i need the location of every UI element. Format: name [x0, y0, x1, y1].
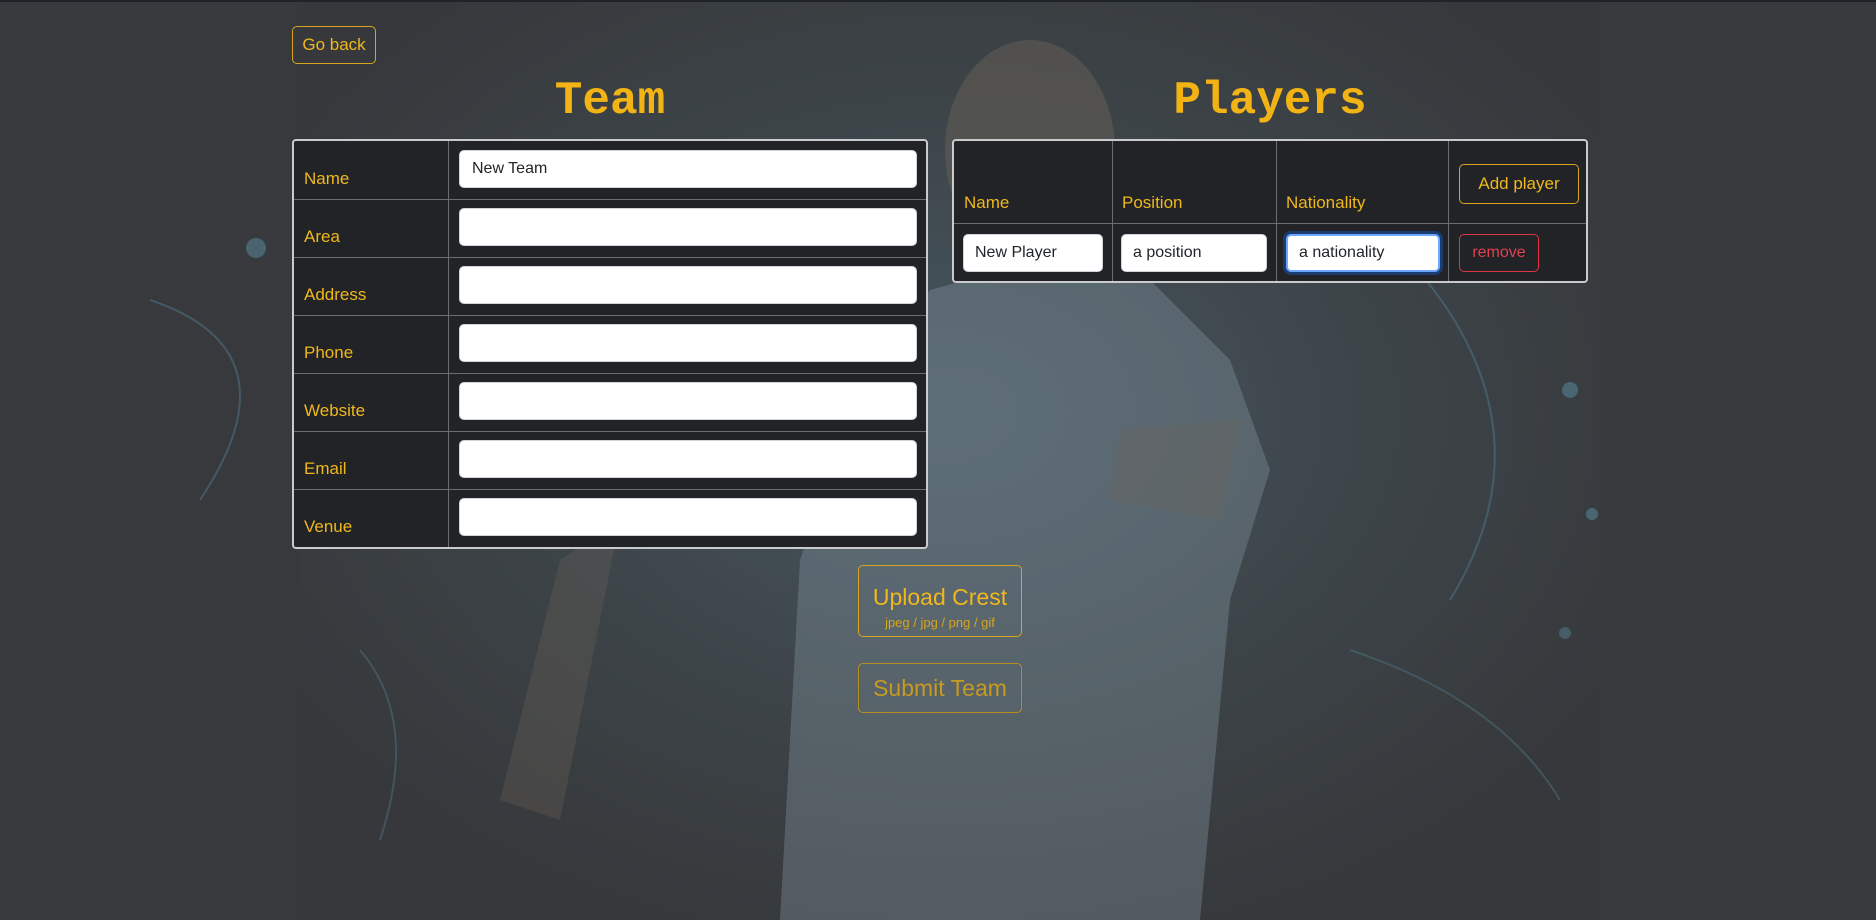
- column-divider: [1448, 141, 1449, 281]
- team-row-email: Email: [294, 431, 926, 490]
- go-back-button[interactable]: Go back: [292, 26, 376, 64]
- column-divider: [1112, 141, 1113, 281]
- team-area-input[interactable]: [459, 208, 917, 246]
- upload-crest-label: Upload Crest: [872, 583, 1008, 610]
- column-header-name: Name: [954, 141, 1112, 223]
- column-header-label: Position: [1122, 193, 1183, 212]
- team-name-input[interactable]: [459, 150, 917, 188]
- name-label: Name: [304, 169, 350, 188]
- team-row-venue: Venue: [294, 489, 926, 547]
- team-heading: Team: [554, 75, 666, 127]
- remove-player-button[interactable]: remove: [1459, 234, 1539, 272]
- player-position-input[interactable]: [1121, 234, 1267, 272]
- email-label: Email: [304, 459, 347, 478]
- team-form-table: Name Area Address Phone Website Email Ve…: [292, 139, 928, 549]
- column-divider: [1276, 141, 1277, 281]
- column-header-label: Nationality: [1286, 193, 1366, 212]
- team-email-input[interactable]: [459, 440, 917, 478]
- team-row-area: Area: [294, 199, 926, 258]
- upload-crest-formats: jpeg / jpg / png / gif: [885, 614, 995, 630]
- team-row-name: Name: [294, 141, 926, 200]
- team-row-phone: Phone: [294, 315, 926, 374]
- area-label: Area: [304, 227, 340, 246]
- phone-label: Phone: [304, 343, 354, 362]
- website-label: Website: [304, 401, 366, 420]
- team-address-input[interactable]: [459, 266, 917, 304]
- player-name-input[interactable]: [963, 234, 1103, 272]
- team-row-website: Website: [294, 373, 926, 432]
- upload-crest-button[interactable]: Upload Crest jpeg / jpg / png / gif: [858, 565, 1022, 637]
- column-header-nationality: Nationality: [1276, 141, 1448, 223]
- row-divider: [954, 223, 1586, 224]
- team-row-address: Address: [294, 257, 926, 316]
- players-table: Name Position Nationality Add player rem…: [952, 139, 1588, 283]
- venue-label: Venue: [304, 517, 353, 536]
- team-phone-input[interactable]: [459, 324, 917, 362]
- submit-team-button[interactable]: Submit Team: [858, 663, 1022, 713]
- players-heading: Players: [1173, 75, 1367, 127]
- address-label: Address: [304, 285, 367, 304]
- team-website-input[interactable]: [459, 382, 917, 420]
- page-content: Go back Team Players Name Area Address P…: [0, 0, 1876, 920]
- add-player-button[interactable]: Add player: [1459, 164, 1579, 204]
- team-venue-input[interactable]: [459, 498, 917, 536]
- column-header-label: Name: [964, 193, 1010, 212]
- player-nationality-input[interactable]: [1286, 234, 1440, 272]
- column-header-position: Position: [1112, 141, 1276, 223]
